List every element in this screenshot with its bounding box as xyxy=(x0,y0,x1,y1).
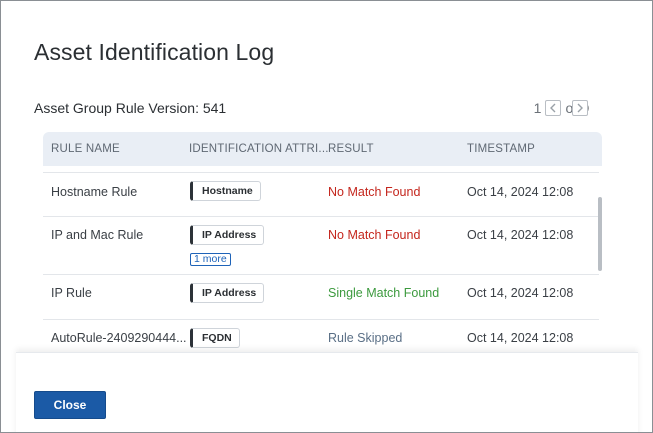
timestamp-cell: Oct 14, 2024 12:08 xyxy=(467,331,574,345)
table-scrollbar[interactable] xyxy=(598,197,602,271)
table-row: Hostname Rule Hostname No Match Found Oc… xyxy=(43,172,599,217)
timestamp-cell: Oct 14, 2024 12:08 xyxy=(467,228,574,242)
dialog-title: Asset Identification Log xyxy=(34,39,275,65)
chevron-left-icon xyxy=(550,103,556,113)
dialog-footer: Close xyxy=(16,352,638,432)
rule-version-label: Asset Group Rule Version: 541 xyxy=(34,100,227,116)
attribute-chip: IP Address xyxy=(190,225,265,245)
previous-page-button[interactable] xyxy=(545,100,561,116)
timestamp-cell: Oct 14, 2024 12:08 xyxy=(467,286,574,300)
rule-name-cell: AutoRule-2409290444... xyxy=(51,331,187,345)
result-cell: Rule Skipped xyxy=(328,331,403,345)
timestamp-cell: Oct 14, 2024 12:08 xyxy=(467,185,574,199)
attribute-chip: FQDN xyxy=(190,328,240,348)
table-row: IP and Mac Rule IP Address 1 more No Mat… xyxy=(43,217,599,275)
table-header: RULE NAME IDENTIFICATION ATTRI... RESULT… xyxy=(43,132,602,166)
result-cell: Single Match Found xyxy=(328,286,440,300)
rule-name-cell: IP and Mac Rule xyxy=(51,228,144,242)
next-page-button[interactable] xyxy=(572,100,588,116)
attribute-chip: Hostname xyxy=(190,181,261,201)
attribute-chip: IP Address xyxy=(190,283,265,303)
rule-name-cell: Hostname Rule xyxy=(51,185,138,199)
column-header-rule-name[interactable]: RULE NAME xyxy=(51,143,120,155)
chevron-right-icon xyxy=(577,103,583,113)
identification-log-table[interactable]: RULE NAME IDENTIFICATION ATTRI... RESULT… xyxy=(43,132,603,352)
column-header-timestamp[interactable]: TIMESTAMP xyxy=(467,143,535,155)
asset-identification-log-dialog: Asset Identification Log Asset Group Rul… xyxy=(0,0,653,433)
column-header-result[interactable]: RESULT xyxy=(328,143,374,155)
result-cell: No Match Found xyxy=(328,228,421,242)
table-row: AutoRule-2409290444... FQDN Rule Skipped… xyxy=(43,320,599,352)
more-attributes-link[interactable]: 1 more xyxy=(190,253,231,266)
table-row: IP Rule IP Address Single Match Found Oc… xyxy=(43,275,599,320)
result-cell: No Match Found xyxy=(328,185,421,199)
close-button[interactable]: Close xyxy=(34,391,106,419)
column-header-identification-attribute[interactable]: IDENTIFICATION ATTRI... xyxy=(189,143,329,155)
rule-name-cell: IP Rule xyxy=(51,286,92,300)
